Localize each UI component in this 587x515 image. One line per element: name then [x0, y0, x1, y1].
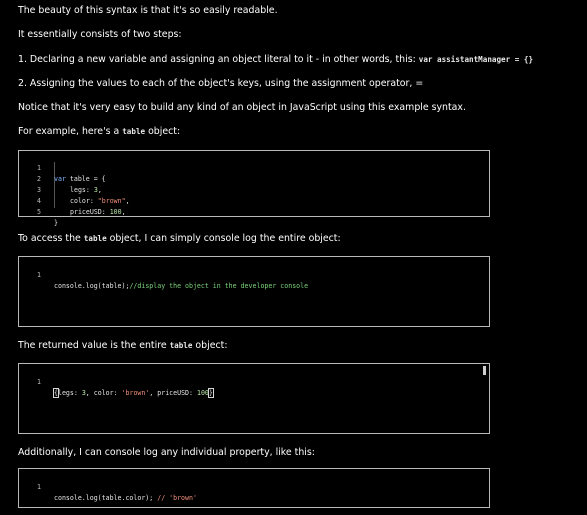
paragraph-returned: The returned value is the entire table o… — [18, 340, 227, 352]
access-text-before: To access the — [18, 233, 84, 244]
returned-text-before: The returned value is the entire — [18, 340, 170, 351]
code-comment: //display the object in the developer co… — [129, 282, 309, 290]
paragraph-intro: The beauty of this syntax is that it's s… — [18, 5, 278, 16]
code-line: 1 console.log(table);//display the objec… — [19, 259, 489, 290]
example-text-before: For example, here's a — [18, 126, 123, 137]
paragraph-notice: Notice that it's very easy to build any … — [18, 102, 466, 113]
returned-text-after: object: — [192, 340, 228, 351]
code-editor-table-object[interactable]: 1 var table = { 2 legs: 3, 3 color: "bro… — [18, 150, 490, 227]
code-key: legs: — [57, 389, 82, 397]
example-text-after: object: — [145, 126, 181, 137]
line-number: 1 — [37, 271, 41, 279]
code-line: 2 legs: 3, — [19, 163, 489, 194]
line-number: 1 — [37, 378, 41, 386]
step-one-text: 1. Declaring a new variable and assignin… — [18, 54, 419, 65]
paragraph-step-two: 2. Assigning the values to each of the o… — [18, 78, 424, 89]
inline-code-var: var assistantManager = {} — [418, 55, 534, 64]
code-text: console.log(table.color); — [54, 494, 158, 502]
code-text: , color: — [85, 389, 122, 397]
code-text: } — [54, 219, 58, 227]
code-line: 4 priceUSD: 100, — [19, 185, 489, 216]
code-text: console.log(table); — [54, 282, 130, 290]
code-string: 'brown' — [121, 389, 150, 397]
code-line: 1 {legs: 3, color: 'brown', priceUSD: 10… — [19, 366, 489, 398]
code-line: 3 color: "brown", — [19, 174, 489, 205]
code-comment: // 'brown' — [157, 494, 197, 502]
paragraph-access: To access the table object, I can simply… — [18, 233, 341, 245]
code-editor-console-log[interactable]: 1 console.log(table);//display the objec… — [18, 256, 490, 327]
code-number: 100 — [196, 389, 209, 397]
code-number: 100 — [109, 208, 122, 216]
paragraph-example: For example, here's a table object: — [18, 126, 180, 138]
inline-code-table: table — [122, 127, 146, 136]
code-editor-returned-value[interactable]: 1 {legs: 3, color: 'brown', priceUSD: 10… — [18, 363, 490, 434]
inline-code-table: table — [169, 341, 193, 350]
line-number: 1 — [37, 483, 41, 491]
line-number: 5 — [37, 208, 41, 216]
code-key: priceUSD: — [70, 208, 110, 216]
code-punct: , — [121, 208, 126, 216]
inline-code-table: table — [83, 234, 107, 243]
code-editor-property-log[interactable]: 1 console.log(table.color); // 'brown' — [18, 468, 490, 508]
bracket-match: } — [207, 388, 214, 398]
paragraph-two-steps: It essentially consists of two steps: — [18, 29, 182, 40]
code-text: , priceUSD: — [149, 389, 197, 397]
access-text-after: object, I can simply console log the ent… — [106, 233, 341, 244]
code-line: 5 } — [19, 196, 489, 227]
code-line: 1 console.log(table.color); // 'brown' — [19, 471, 489, 502]
paragraph-additionally: Additionally, I can console log any indi… — [18, 447, 315, 458]
code-line: 1 var table = { — [19, 152, 489, 183]
paragraph-step-one: 1. Declaring a new variable and assignin… — [18, 54, 533, 66]
